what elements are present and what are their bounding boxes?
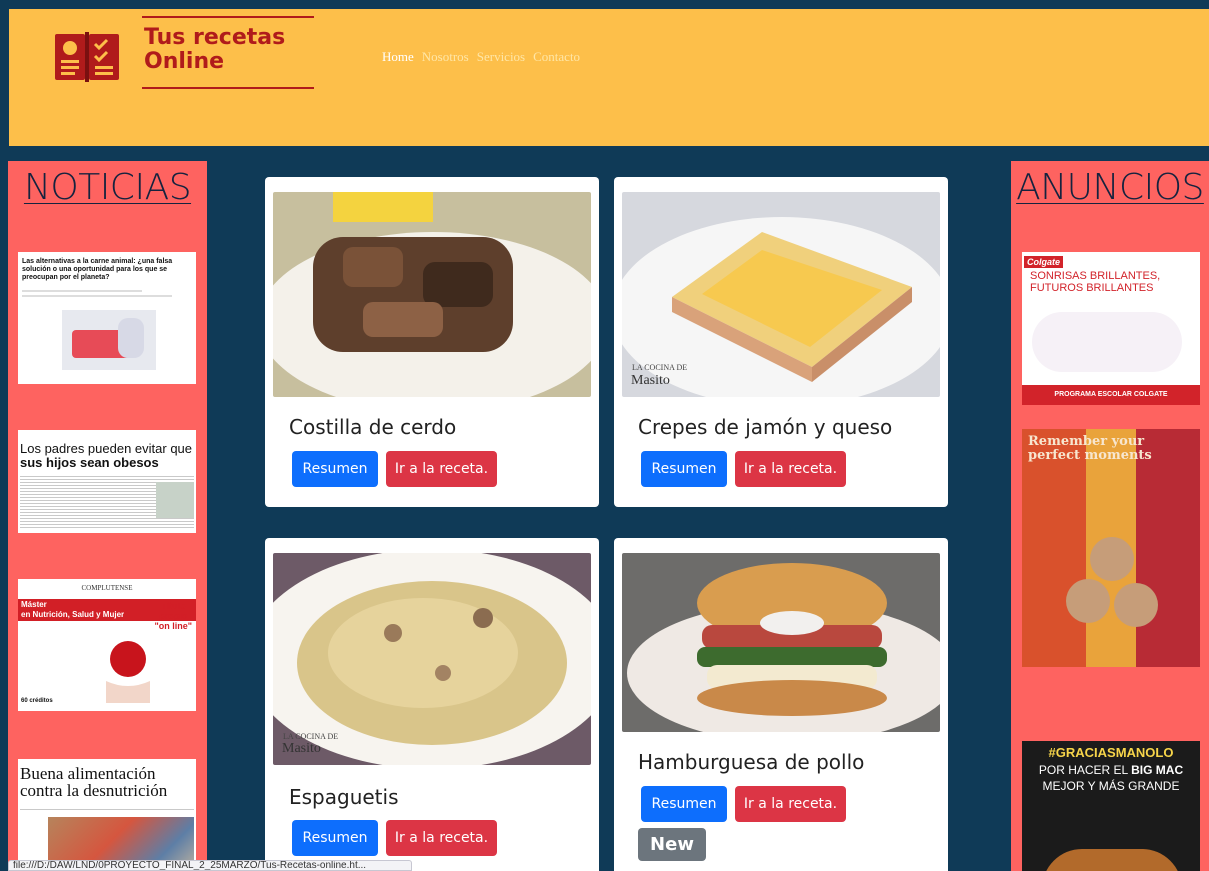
watermark: LA COCINA DE bbox=[632, 363, 688, 372]
ad-colgate[interactable]: Colgate SONRISAS BRILLANTES, FUTUROS BRI… bbox=[1022, 252, 1200, 405]
summary-button[interactable]: Resumen bbox=[292, 820, 378, 856]
watermark: Masito bbox=[631, 373, 670, 388]
summary-button[interactable]: Resumen bbox=[292, 451, 378, 487]
nav-contacto[interactable]: Contacto bbox=[533, 49, 580, 65]
site-logo-text[interactable]: Tus recetas Online bbox=[144, 26, 285, 74]
ads-title: ANUNCIOS bbox=[1016, 167, 1204, 208]
logo-bottom-rule bbox=[142, 87, 314, 89]
news-thumb-meat[interactable]: Las alternativas a la carne animal: ¿una… bbox=[18, 252, 196, 384]
burger-image bbox=[1042, 849, 1182, 871]
go-to-recipe-button[interactable]: Ir a la receta. bbox=[386, 820, 497, 856]
recipe-title: Costilla de cerdo bbox=[289, 415, 457, 439]
news-thumb-nutrition[interactable]: Buena alimentación contra la desnutrició… bbox=[18, 759, 196, 871]
recipe-card-espaguetis: LA COCINA DE Masito Espaguetis Resumen I… bbox=[265, 538, 599, 871]
new-badge: New bbox=[638, 828, 706, 861]
nav-nosotros[interactable]: Nosotros bbox=[422, 49, 469, 65]
recipe-title: Hamburguesa de pollo bbox=[638, 750, 865, 774]
ads-sidebar: ANUNCIOS Colgate SONRISAS BRILLANTES, FU… bbox=[1011, 161, 1209, 871]
coffee-cups-icon bbox=[1066, 537, 1158, 627]
news-thumb-master[interactable]: COMPLUTENSE Máster en Nutrición, Salud y… bbox=[18, 579, 196, 711]
summary-button[interactable]: Resumen bbox=[641, 451, 727, 487]
site-header: Tus recetas Online Home Nosotros Servici… bbox=[9, 9, 1209, 146]
news-title: NOTICIAS bbox=[23, 167, 192, 208]
summary-button[interactable]: Resumen bbox=[641, 786, 727, 822]
watermark: LA COCINA DE bbox=[283, 732, 339, 741]
recipe-card-costilla: Costilla de cerdo Resumen Ir a la receta… bbox=[265, 177, 599, 507]
news-sidebar: NOTICIAS Las alternativas a la carne ani… bbox=[8, 161, 207, 871]
nav-servicios[interactable]: Servicios bbox=[477, 49, 525, 65]
recipe-card-hamburguesa: Hamburguesa de pollo Resumen Ir a la rec… bbox=[614, 538, 948, 871]
watermark: Masito bbox=[282, 741, 321, 756]
main-nav: Home Nosotros Servicios Contacto bbox=[382, 49, 580, 65]
recipe-title: Crepes de jamón y queso bbox=[638, 415, 893, 439]
logo-top-rule bbox=[142, 16, 314, 18]
recipe-card-crepes: LA COCINA DE Masito Crepes de jamón y qu… bbox=[614, 177, 948, 507]
recipe-image-hamburguesa[interactable] bbox=[622, 553, 940, 732]
news-photo bbox=[62, 310, 156, 370]
go-to-recipe-button[interactable]: Ir a la receta. bbox=[386, 451, 497, 487]
news-thumb-obesity[interactable]: Los padres pueden evitar que sus hijos s… bbox=[18, 430, 196, 533]
recipe-image-costilla[interactable] bbox=[273, 192, 591, 397]
recipe-book-icon[interactable] bbox=[53, 30, 121, 84]
ad-coffee[interactable]: Remember your perfect moments bbox=[1022, 429, 1200, 667]
recipe-title: Espaguetis bbox=[289, 785, 399, 809]
go-to-recipe-button[interactable]: Ir a la receta. bbox=[735, 451, 846, 487]
browser-status-bar: file:///D:/DAW/LND/0PROYECTO_FINAL_2_25M… bbox=[8, 860, 412, 871]
apple-icon bbox=[106, 641, 150, 703]
go-to-recipe-button[interactable]: Ir a la receta. bbox=[735, 786, 846, 822]
ad-bigmac[interactable]: #GRACIASMANOLO POR HACER EL BIG MAC MEJO… bbox=[1022, 741, 1200, 871]
nav-home[interactable]: Home bbox=[382, 49, 414, 65]
